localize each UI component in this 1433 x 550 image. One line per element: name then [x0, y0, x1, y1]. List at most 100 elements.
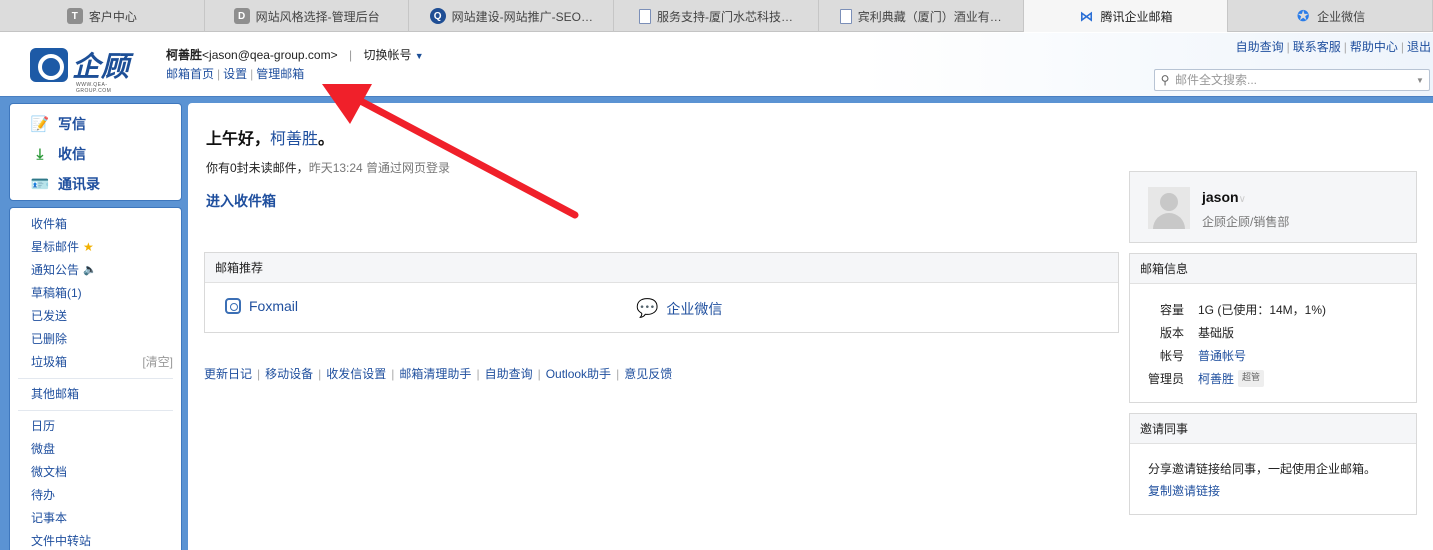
logout-link[interactable]: 退出 [1407, 40, 1431, 54]
browser-tab-wecom[interactable]: ✪ 企业微信 [1228, 0, 1433, 32]
search-icon[interactable]: ⚲ [1155, 73, 1175, 87]
browser-tab-style-admin[interactable]: D 网站风格选择-管理后台 [205, 0, 410, 32]
tab-label: 网站风格选择-管理后台 [255, 9, 380, 24]
contacts-button[interactable]: 🪪 通讯录 [10, 169, 181, 199]
recommend-card: 邮箱推荐 Foxmail 💬 企业微信 [204, 252, 1119, 333]
outlook-helper-link[interactable]: Outlook助手 [546, 367, 611, 381]
logo-q-icon [30, 48, 68, 82]
top-links: 自助查询 | 联系客服 | 帮助中心 | 退出 [1235, 40, 1431, 54]
wecom-link[interactable]: 💬 企业微信 [636, 298, 722, 319]
logo-subtext: WWW.QEA-GROUP.COM [76, 82, 112, 94]
sidebar-actions: 📝 写信 ⤓ 收信 🪪 通讯录 [9, 103, 182, 201]
folder-label: 其他邮箱 [31, 387, 80, 401]
feedback-link[interactable]: 意见反馈 [624, 367, 672, 381]
speaker-icon: 🔈 [83, 264, 97, 276]
user-email: <jason@qea-group.com> [202, 48, 338, 62]
divider: | [348, 48, 353, 62]
folder-label: 日历 [31, 419, 56, 433]
receive-icon: ⤓ [36, 145, 44, 163]
greeting-name[interactable]: 柯善胜 [270, 131, 318, 148]
header-subnav: 邮箱首页 | 设置 | 管理邮箱 [166, 67, 305, 81]
chevron-down-icon: ▼ [414, 51, 424, 61]
company-logo[interactable]: 企顾 WWW.QEA-GROUP.COM [30, 45, 131, 94]
folder-label: 垃圾箱 [31, 355, 68, 369]
receive-button[interactable]: ⤓ 收信 [10, 139, 181, 169]
tab-q-icon: Q [429, 8, 446, 24]
browser-tab-bentley[interactable]: 宾利典藏（厦门）酒业有… [819, 0, 1024, 32]
divider [18, 410, 173, 411]
browser-tab-customer-center[interactable]: T 客户中心 [0, 0, 205, 32]
mail-header: 企顾 WWW.QEA-GROUP.COM 柯善胜<jason@qea-group… [0, 33, 1433, 96]
chevron-down-icon: ∨ [1238, 194, 1246, 205]
tab-d-icon: D [233, 8, 250, 24]
mail-search: ⚲ ▼ [1154, 69, 1430, 91]
send-receive-settings-link[interactable]: 收发信设置 [326, 367, 386, 381]
folder-inbox[interactable]: 收件箱 [10, 213, 181, 236]
account-info: 柯善胜<jason@qea-group.com> | 切换帐号 ▼ [166, 46, 424, 63]
folder-drafts[interactable]: 草稿箱(1) [10, 282, 181, 305]
foxmail-icon [225, 298, 241, 314]
greeting: 上午好，柯善胜。 [206, 131, 335, 148]
app-calendar[interactable]: 日历 [10, 415, 181, 438]
search-dropdown-icon[interactable]: ▼ [1411, 76, 1429, 85]
app-docs[interactable]: 微文档 [10, 461, 181, 484]
wecom-icon: ✪ [1296, 8, 1310, 25]
folder-label: 待办 [31, 488, 56, 502]
manage-mailbox-link[interactable]: 管理邮箱 [256, 67, 304, 81]
contact-support-link[interactable]: 联系客服 [1293, 40, 1341, 54]
search-input[interactable] [1175, 73, 1411, 87]
settings-link[interactable]: 设置 [223, 67, 247, 81]
folder-sent[interactable]: 已发送 [10, 305, 181, 328]
self-service-link[interactable]: 自助查询 [1236, 40, 1284, 54]
browser-tab-support[interactable]: 服务支持-厦门水芯科技… [614, 0, 819, 32]
footer-links: 更新日记 | 移动设备 | 收发信设置 | 邮箱清理助手 | 自助查询 | Outlook助手 | 意见… [204, 367, 673, 381]
document-icon [839, 8, 852, 24]
folder-other-mailbox[interactable]: 其他邮箱 [10, 383, 181, 406]
folder-label: 记事本 [31, 511, 68, 525]
self-query-link[interactable]: 自助查询 [485, 367, 533, 381]
admin-name-link[interactable]: 柯善胜 [1198, 370, 1234, 387]
enter-inbox-link[interactable]: 进入收件箱 [206, 191, 276, 211]
invite-text: 分享邀请链接给同事，一起使用企业邮箱。 [1148, 462, 1377, 476]
invite-title: 邀请同事 [1130, 414, 1416, 444]
mailbox-info-title: 邮箱信息 [1130, 254, 1416, 284]
tab-label: 网站建设-网站推广-SEO… [451, 9, 593, 24]
user-name: 柯善胜 [166, 48, 203, 62]
folder-deleted[interactable]: 已删除 [10, 328, 181, 351]
app-drive[interactable]: 微盘 [10, 438, 181, 461]
unread-status: 你有0封未读邮件，昨天13:24 曾通过网页登录 [206, 161, 451, 175]
folder-label: 微盘 [31, 442, 56, 456]
clear-spam-button[interactable]: [清空] [142, 351, 173, 374]
compose-label: 写信 [58, 116, 86, 132]
mail-home-link[interactable]: 邮箱首页 [166, 67, 214, 81]
folder-label: 通知公告 [31, 263, 80, 277]
browser-tab-seo[interactable]: Q 网站建设-网站推广-SEO… [409, 0, 615, 32]
account-type-link[interactable]: 普通帐号 [1198, 347, 1246, 364]
main-frame: 📝 写信 ⤓ 收信 🪪 通讯录 收件箱 星标邮件 ★ 通知公告 🔈 草稿箱(1) 已发送 … [0, 96, 1433, 550]
invite-card: 邀请同事 分享邀请链接给同事，一起使用企业邮箱。 复制邀请链接 [1129, 413, 1417, 515]
version-row: 版本 基础版 [1159, 326, 1235, 340]
folder-notices[interactable]: 通知公告 🔈 [10, 259, 181, 282]
browser-tab-tencent-mail[interactable]: ⋈ 腾讯企业邮箱 [1023, 0, 1229, 32]
sidebar-folders: 收件箱 星标邮件 ★ 通知公告 🔈 草稿箱(1) 已发送 已删除 垃圾箱 [清空] 其… [9, 207, 182, 550]
mailbox-cleanup-link[interactable]: 邮箱清理助手 [399, 367, 471, 381]
app-notes[interactable]: 记事本 [10, 507, 181, 530]
folder-spam[interactable]: 垃圾箱 [清空] [10, 351, 181, 374]
compose-button[interactable]: 📝 写信 [10, 109, 181, 139]
switch-account-button[interactable]: 切换帐号 [363, 48, 411, 62]
app-todo[interactable]: 待办 [10, 484, 181, 507]
avatar[interactable] [1148, 187, 1190, 229]
mobile-devices-link[interactable]: 移动设备 [265, 367, 313, 381]
folder-starred[interactable]: 星标邮件 ★ [10, 236, 181, 259]
last-login: 昨天13:24 曾通过网页登录 [308, 161, 451, 175]
copy-invite-link[interactable]: 复制邀请链接 [1148, 482, 1220, 499]
foxmail-link[interactable]: Foxmail [225, 298, 298, 314]
profile-username[interactable]: jason∨ [1202, 189, 1246, 205]
app-file-transfer[interactable]: 文件中转站 [10, 530, 181, 550]
help-center-link[interactable]: 帮助中心 [1350, 40, 1398, 54]
tab-t-icon: T [66, 8, 83, 24]
logo-text: 企顾 [72, 51, 131, 82]
tab-label: 腾讯企业邮箱 [1100, 9, 1173, 24]
capacity-value: 1G (已使用：14M，1%) [1198, 303, 1327, 317]
changelog-link[interactable]: 更新日记 [204, 367, 252, 381]
